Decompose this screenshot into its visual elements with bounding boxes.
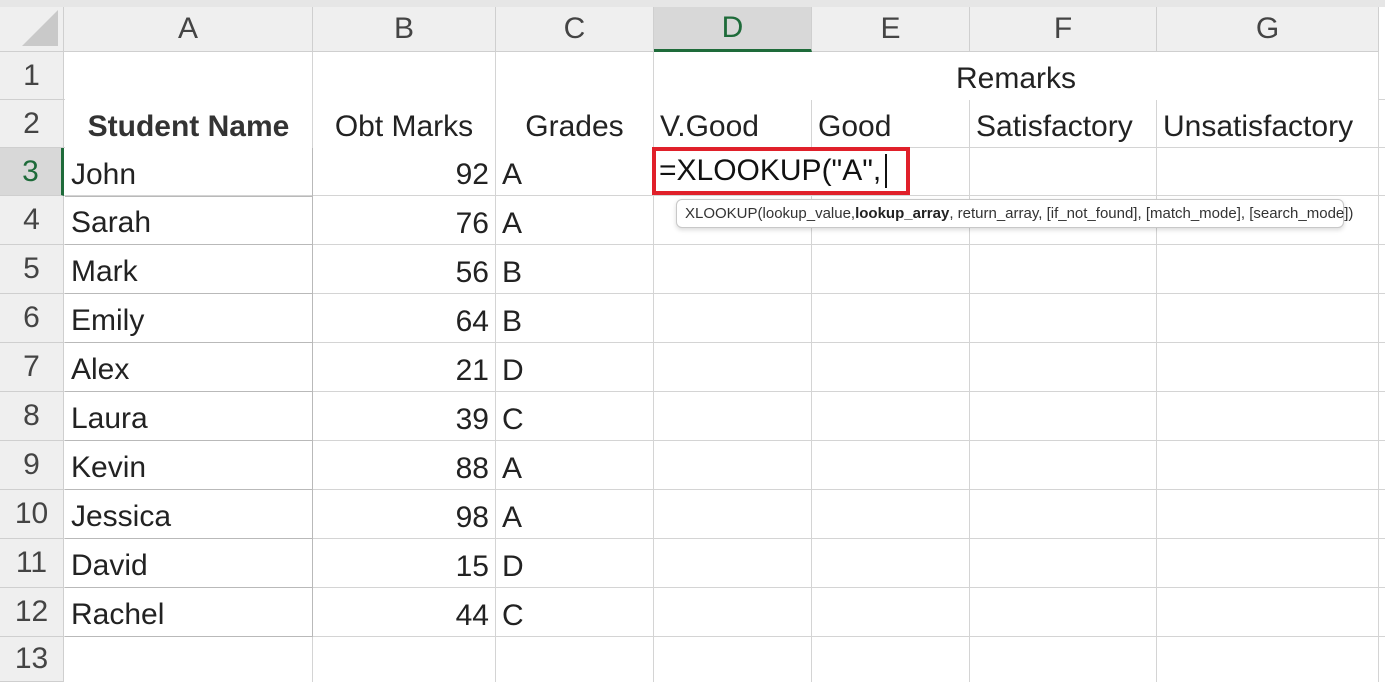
marks-cell[interactable]: 21 — [313, 343, 495, 392]
marks-cell[interactable]: 98 — [313, 490, 495, 539]
student-name-header-cell[interactable]: Student Name — [65, 52, 312, 148]
row-header-8[interactable]: 8 — [0, 392, 64, 441]
marks-cell[interactable]: 44 — [313, 588, 495, 637]
row-header-7[interactable]: 7 — [0, 343, 64, 392]
column-header-g[interactable]: G — [1157, 7, 1379, 52]
grade-cell[interactable]: A — [496, 148, 653, 196]
grades-header-cell[interactable]: Grades — [496, 52, 653, 148]
student-name-cell[interactable]: David — [65, 539, 313, 588]
column-header-c[interactable]: C — [496, 7, 654, 52]
select-all-triangle-icon — [22, 10, 58, 46]
column-header-f[interactable]: F — [970, 7, 1157, 52]
obt-marks-header-cell[interactable]: Obt Marks — [313, 52, 495, 148]
marks-cell[interactable]: 39 — [313, 392, 495, 441]
gridline — [969, 99, 970, 682]
student-name-cell[interactable]: Emily — [65, 294, 313, 343]
student-name-cell[interactable]: Rachel — [65, 588, 313, 637]
column-header-e[interactable]: E — [812, 7, 970, 52]
grade-cell[interactable]: D — [496, 539, 653, 588]
spreadsheet-grid: A B C D E F G 1 2 3 4 5 6 7 8 9 10 11 12… — [0, 7, 1385, 682]
row-header-4[interactable]: 4 — [0, 196, 64, 245]
tooltip-suffix: , return_array, [if_not_found], [match_m… — [949, 205, 1354, 222]
good-header-cell[interactable]: Good — [812, 100, 969, 148]
tooltip-prefix: XLOOKUP(lookup_value, — [685, 205, 856, 222]
row-header-2[interactable]: 2 — [0, 100, 64, 148]
grade-cell[interactable]: A — [496, 196, 653, 245]
marks-cell[interactable]: 88 — [313, 441, 495, 490]
student-name-cell[interactable]: Laura — [65, 392, 313, 441]
marks-cell[interactable]: 56 — [313, 245, 495, 294]
row-header-9[interactable]: 9 — [0, 441, 64, 490]
grade-cell[interactable]: B — [496, 294, 653, 343]
grade-cell[interactable]: B — [496, 245, 653, 294]
marks-cell[interactable]: 64 — [313, 294, 495, 343]
grade-cell[interactable]: C — [496, 588, 653, 637]
grade-cell[interactable]: D — [496, 343, 653, 392]
v-good-header-cell[interactable]: V.Good — [654, 100, 811, 148]
function-argument-tooltip[interactable]: XLOOKUP(lookup_value, lookup_array, retu… — [676, 199, 1353, 228]
grade-cell[interactable]: C — [496, 392, 653, 441]
row-header-3[interactable]: 3 — [0, 148, 64, 196]
unsatisfactory-header-cell[interactable]: Unsatisfactory — [1157, 100, 1378, 148]
column-header-d[interactable]: D — [654, 7, 812, 52]
row-header-11[interactable]: 11 — [0, 539, 64, 588]
column-header-a[interactable]: A — [64, 7, 313, 52]
select-all-button[interactable] — [0, 7, 64, 52]
row-header-13[interactable]: 13 — [0, 637, 64, 682]
row-header-10[interactable]: 10 — [0, 490, 64, 539]
formula-text: =XLOOKUP("A", — [659, 154, 882, 187]
row-header-6[interactable]: 6 — [0, 294, 64, 343]
text-cursor — [885, 154, 888, 188]
student-name-cell[interactable]: Jessica — [65, 490, 313, 539]
grade-cell[interactable]: A — [496, 441, 653, 490]
student-name-cell[interactable]: Kevin — [65, 441, 313, 490]
remarks-header-cell[interactable]: Remarks — [654, 52, 1378, 100]
student-name-cell[interactable]: John — [65, 148, 313, 197]
tooltip-current-argument: lookup_array — [855, 205, 950, 222]
gridline — [1378, 52, 1379, 682]
marks-cell[interactable]: 15 — [313, 539, 495, 588]
student-name-cell[interactable]: Mark — [65, 245, 313, 294]
active-cell-editor[interactable]: =XLOOKUP("A", — [652, 147, 910, 195]
student-name-cell[interactable]: Sarah — [65, 196, 313, 245]
student-name-cell[interactable]: Alex — [65, 343, 313, 392]
gridline — [1156, 99, 1157, 682]
ribbon-edge — [0, 0, 1385, 7]
grade-cell[interactable]: A — [496, 490, 653, 539]
row-header-5[interactable]: 5 — [0, 245, 64, 294]
column-header-b[interactable]: B — [313, 7, 496, 52]
row-header-12[interactable]: 12 — [0, 588, 64, 637]
row-header-1[interactable]: 1 — [0, 52, 64, 100]
marks-cell[interactable]: 92 — [313, 148, 495, 196]
marks-cell[interactable]: 76 — [313, 196, 495, 245]
satisfactory-header-cell[interactable]: Satisfactory — [970, 100, 1156, 148]
